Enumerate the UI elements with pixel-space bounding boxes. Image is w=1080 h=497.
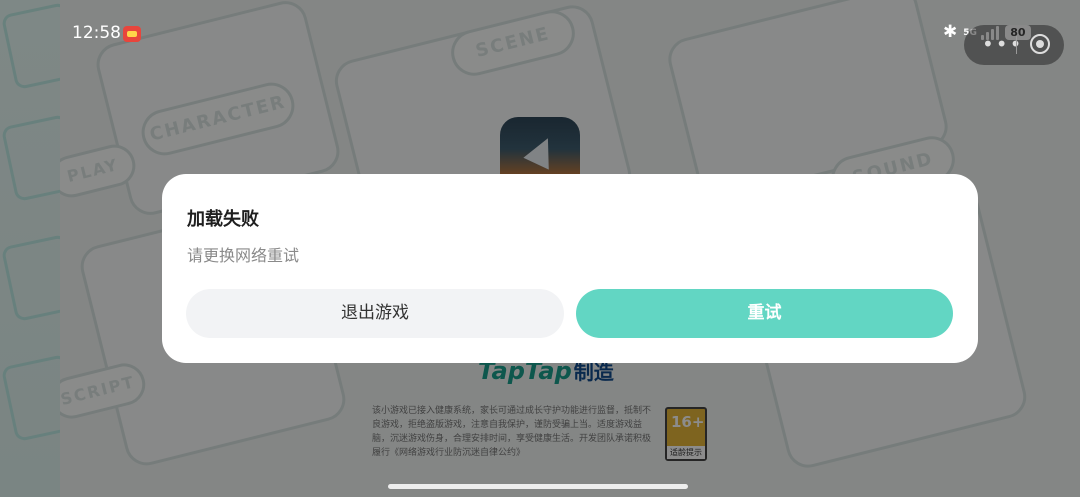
- dialog-title: 加载失败: [187, 209, 259, 230]
- status-time: 12:58: [72, 23, 121, 43]
- capsule-divider: [1016, 36, 1017, 54]
- load-error-dialog: 加载失败 请更换网络重试 退出游戏 重试: [162, 174, 978, 363]
- notification-icon: [123, 26, 141, 42]
- retry-button[interactable]: 重试: [576, 289, 953, 338]
- close-target-icon[interactable]: [1030, 34, 1050, 54]
- bluetooth-icon: ✱: [943, 22, 958, 42]
- dialog-message: 请更换网络重试: [187, 246, 300, 265]
- mini-game-capsule[interactable]: •••: [964, 25, 1064, 65]
- exit-game-button[interactable]: 退出游戏: [186, 289, 564, 338]
- status-bar: 12:58 ✱ 5G 80: [0, 0, 1080, 60]
- more-icon[interactable]: •••: [982, 34, 1023, 54]
- home-indicator[interactable]: [388, 484, 688, 489]
